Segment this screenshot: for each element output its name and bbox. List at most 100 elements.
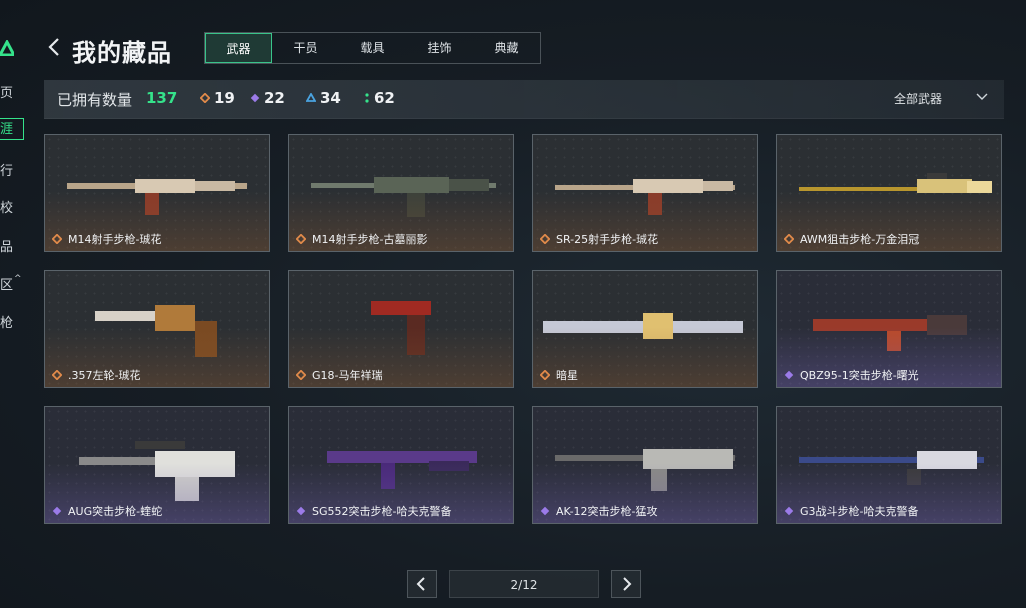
weapon-name: M14射手步枪-古墓丽影: [312, 233, 428, 246]
orange-diamond-icon: [296, 370, 306, 380]
rarity-count-blue: 34: [306, 89, 341, 107]
weapon-card[interactable]: QBZ95-1突击步枪-曙光: [776, 270, 1002, 388]
sidebar-item-label: 校: [0, 201, 14, 216]
weapon-card[interactable]: SG552突击步枪-哈夫克警备: [288, 406, 514, 524]
weapon-name: AK-12突击步枪-猛攻: [556, 505, 658, 518]
blue-triangle-icon: [306, 93, 316, 102]
sidebar-item-label: 涯: [0, 122, 14, 137]
weapon-card[interactable]: G18-马年祥瑞: [288, 270, 514, 388]
chevron-down-icon[interactable]: [976, 90, 988, 104]
rarity-count-purple: 22: [250, 89, 285, 107]
rarity-count-green: 62: [364, 89, 395, 107]
orange-diamond-icon: [200, 93, 210, 103]
orange-diamond-icon: [52, 234, 62, 244]
weapon-card-label: AK-12突击步枪-猛攻: [540, 503, 658, 519]
sidebar-item-gun[interactable]: 枪: [0, 312, 24, 331]
orange-diamond-icon: [784, 234, 794, 244]
weapon-card[interactable]: AK-12突击步枪-猛攻: [532, 406, 758, 524]
weapon-card-label: AWM狙击步枪-万金泪冠: [784, 231, 919, 247]
next-page-button[interactable]: [611, 570, 641, 598]
owned-label: 已拥有数量: [57, 91, 133, 109]
chevron-left-icon: [416, 577, 425, 591]
weapon-card-label: .357左轮-珹花: [52, 367, 140, 383]
tab-collectibles[interactable]: 典藏: [473, 33, 540, 63]
weapon-image: [543, 313, 743, 339]
logo-icon: [0, 40, 14, 56]
weapon-name: G18-马年祥瑞: [312, 369, 383, 382]
weapon-card-label: G18-马年祥瑞: [296, 367, 383, 383]
sidebar-item-zone[interactable]: 区^: [0, 274, 24, 293]
purple-diamond-icon: [784, 370, 794, 380]
weapon-image: [371, 301, 431, 355]
weapon-card-label: M14射手步枪-古墓丽影: [296, 231, 427, 247]
weapon-image: [95, 305, 217, 357]
green-dots-icon: [365, 93, 369, 103]
purple-diamond-icon: [52, 506, 62, 516]
back-arrow-icon[interactable]: [46, 35, 64, 59]
orange-diamond-icon: [296, 234, 306, 244]
weapon-card[interactable]: 暗星: [532, 270, 758, 388]
weapon-image: [67, 179, 247, 215]
tab-vehicles[interactable]: 载具: [339, 33, 406, 63]
orange-diamond-icon: [540, 234, 550, 244]
weapon-card-label: 暗星: [540, 367, 578, 383]
owned-count: 137: [146, 89, 178, 107]
rarity-count-orange: 19: [200, 89, 235, 107]
sidebar-item-school[interactable]: 校: [0, 197, 24, 216]
rarity-count-value: 22: [264, 89, 285, 107]
orange-diamond-icon: [540, 370, 550, 380]
weapon-card[interactable]: .357左轮-珹花: [44, 270, 270, 388]
tab-weapons[interactable]: 武器: [205, 33, 272, 63]
weapon-card-label: M14射手步枪-珹花: [52, 231, 161, 247]
tab-charms[interactable]: 挂饰: [406, 33, 473, 63]
weapon-card[interactable]: AWM狙击步枪-万金泪冠: [776, 134, 1002, 252]
weapon-name: M14射手步枪-珹花: [68, 233, 162, 246]
weapon-image: [813, 315, 967, 351]
sidebar-item-label: 枪: [0, 316, 14, 331]
rarity-count-value: 62: [374, 89, 395, 107]
sidebar-item-career[interactable]: 涯: [0, 118, 24, 140]
sidebar-item-label: 品: [0, 240, 14, 255]
tab-operators[interactable]: 干员: [272, 33, 339, 63]
weapon-card[interactable]: M14射手步枪-珹花: [44, 134, 270, 252]
weapon-image: [799, 451, 984, 485]
weapon-image: [327, 451, 477, 489]
sidebar-item-label: 页: [0, 86, 14, 101]
rarity-count-value: 34: [320, 89, 341, 107]
page-indicator: 2/12: [449, 570, 599, 598]
weapon-filter-dropdown[interactable]: 全部武器: [894, 90, 942, 107]
orange-diamond-icon: [52, 370, 62, 380]
chevron-right-icon: [623, 577, 632, 591]
purple-diamond-icon: [296, 506, 306, 516]
sidebar-item-action[interactable]: 行: [0, 160, 24, 179]
weapon-name: 暗星: [556, 369, 578, 382]
purple-diamond-icon: [540, 506, 550, 516]
sidebar-item-collection[interactable]: 品: [0, 236, 24, 255]
collection-stats-bar: 已拥有数量 137 19 22 34 62 全部武器: [44, 80, 1004, 119]
weapon-name: SR-25射手步枪-珹花: [556, 233, 659, 246]
sidebar: 页 涯 行 校 品 区^ 枪: [0, 0, 24, 608]
weapon-name: AWM狙击步枪-万金泪冠: [800, 233, 920, 246]
weapon-card-label: AUG突击步枪-蝰蛇: [52, 503, 162, 519]
category-tabs: 武器 干员 载具 挂饰 典藏: [204, 32, 541, 64]
weapon-name: SG552突击步枪-哈夫克警备: [312, 505, 452, 518]
weapon-card-label: G3战斗步枪-哈夫克警备: [784, 503, 919, 519]
rarity-count-value: 19: [214, 89, 235, 107]
weapon-image: [555, 449, 735, 491]
weapon-card[interactable]: G3战斗步枪-哈夫克警备: [776, 406, 1002, 524]
weapon-name: .357左轮-珹花: [68, 369, 141, 382]
weapon-name: G3战斗步枪-哈夫克警备: [800, 505, 919, 518]
weapon-card[interactable]: AUG突击步枪-蝰蛇: [44, 406, 270, 524]
weapon-card-label: SR-25射手步枪-珹花: [540, 231, 658, 247]
purple-diamond-icon: [784, 506, 794, 516]
weapon-image: [311, 177, 496, 217]
prev-page-button[interactable]: [407, 570, 437, 598]
weapon-name: QBZ95-1突击步枪-曙光: [800, 369, 919, 382]
weapon-card[interactable]: SR-25射手步枪-珹花: [532, 134, 758, 252]
weapon-image: [799, 173, 992, 193]
sidebar-item-home[interactable]: 页: [0, 82, 24, 101]
weapon-card[interactable]: M14射手步枪-古墓丽影: [288, 134, 514, 252]
weapon-image: [79, 441, 235, 501]
weapon-name: AUG突击步枪-蝰蛇: [68, 505, 163, 518]
weapon-card-label: SG552突击步枪-哈夫克警备: [296, 503, 451, 519]
